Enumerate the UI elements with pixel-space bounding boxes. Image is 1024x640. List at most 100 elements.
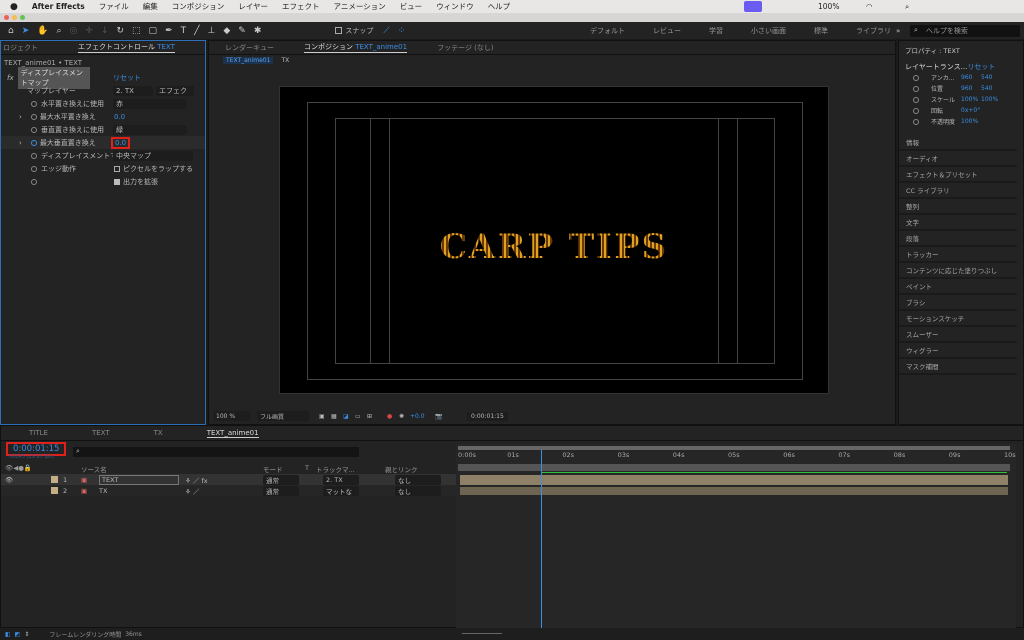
comp-viewer[interactable]: CARP TIPS [279, 86, 829, 394]
snapshot-icon[interactable]: 📷 [435, 413, 442, 420]
parent-dropdown[interactable]: なし [395, 474, 441, 485]
eraser-tool-icon[interactable]: ◆ [223, 26, 230, 36]
channel-icon[interactable]: ● [387, 413, 392, 420]
viewer-timecode[interactable]: 0:00:01:15 [467, 411, 508, 421]
horizontal-use-dropdown[interactable]: 赤 [113, 98, 187, 109]
workspace-default[interactable]: デフォルト [590, 26, 625, 36]
menu-window[interactable]: ウィンドウ [436, 1, 474, 12]
label-color[interactable] [51, 487, 58, 494]
mask-visibility-icon[interactable]: ◪ [343, 413, 349, 420]
switches[interactable]: ⚘ ／ fx [185, 475, 208, 485]
panel-item[interactable]: スムーザー [899, 327, 1017, 343]
panel-item[interactable]: モーションスケッチ [899, 311, 1017, 327]
panel-item[interactable]: エフェクト＆プリセット [899, 167, 1017, 183]
transform-section[interactable]: レイヤートランス... [905, 63, 967, 71]
transparency-grid-icon[interactable]: ▦ [331, 413, 337, 420]
layer-switches-icon[interactable]: ◧ [5, 631, 11, 638]
orbit-tool-icon[interactable]: ◎ [70, 26, 78, 36]
in-out-icon[interactable]: ⇕ [24, 631, 29, 638]
max-horizontal-value[interactable]: 0.0 [114, 113, 125, 121]
track-matte-dropdown[interactable]: 2. TX [323, 474, 359, 485]
mode-dropdown[interactable]: 通常 [263, 485, 299, 496]
value-1[interactable]: 960 [961, 85, 972, 92]
zoom-dropdown[interactable]: 100 % [213, 411, 251, 421]
panel-item[interactable]: ペイント [899, 279, 1017, 295]
playhead[interactable] [540, 450, 542, 628]
workspace-libraries[interactable]: ライブラリ [856, 26, 891, 36]
tab-footage[interactable]: フッテージ (なし) [437, 43, 494, 53]
layer-bar-text[interactable] [460, 475, 1008, 485]
panel-item[interactable]: 段落 [899, 231, 1017, 247]
stopwatch-icon[interactable] [31, 100, 37, 107]
hand-tool-icon[interactable]: ✋ [37, 26, 48, 36]
menu-help[interactable]: ヘルプ [488, 1, 511, 12]
tab-effect-controls[interactable]: エフェクトコントロール TEXT [78, 42, 175, 53]
pen-tool-icon[interactable]: ✒ [165, 26, 173, 36]
layer-row[interactable]: 👁 1 ▣ TEXT ⚘ ／ fx 通常 2. TX なし [1, 474, 456, 485]
panel-item[interactable]: 文字 [899, 215, 1017, 231]
value-2[interactable]: 100% [981, 96, 998, 103]
tab-project[interactable]: ロジェクト [3, 43, 38, 53]
zoom-tool-icon[interactable]: ⌕ [56, 26, 61, 36]
rotate-tool-icon[interactable]: ↻ [116, 26, 124, 36]
stopwatch-icon[interactable] [913, 74, 919, 81]
grid-icon[interactable]: ⊞ [367, 413, 372, 420]
source-name-header[interactable]: ソース名 [81, 464, 107, 474]
region-icon[interactable]: ▣ [319, 413, 325, 420]
panel-item[interactable]: マスク補間 [899, 359, 1017, 375]
max-vertical-value[interactable]: 0.0 [111, 136, 131, 149]
reset-button[interactable]: リセット [113, 73, 141, 83]
canvas-text[interactable]: CARP TIPS [280, 227, 828, 267]
panel-item[interactable]: ブラシ [899, 295, 1017, 311]
snap-grid-icon[interactable]: ⁘ [398, 26, 406, 36]
home-icon[interactable]: ⌂ [8, 26, 14, 36]
expand-output-checkbox[interactable] [114, 178, 120, 185]
exposure-value[interactable]: +0.0 [410, 413, 425, 420]
value-1[interactable]: 960 [961, 74, 972, 81]
panel-item[interactable]: 整列 [899, 199, 1017, 215]
vertical-use-dropdown[interactable]: 緑 [113, 124, 187, 135]
map-source-dropdown[interactable]: エフェク [156, 85, 194, 96]
menu-effect[interactable]: エフェクト [282, 1, 320, 12]
stopwatch-icon[interactable] [913, 118, 919, 125]
menu-file[interactable]: ファイル [99, 1, 129, 12]
panel-item[interactable]: CC ライブラリ [899, 183, 1017, 199]
mode-header[interactable]: モード [263, 464, 283, 474]
guides-icon[interactable]: ▭ [355, 413, 361, 420]
layer-name[interactable]: TX [99, 487, 107, 495]
transform-reset-button[interactable]: リセット [967, 63, 995, 71]
clone-stamp-tool-icon[interactable]: ⊥ [208, 26, 216, 36]
label-color[interactable] [51, 476, 58, 483]
menu-animation[interactable]: アニメーション [333, 1, 385, 12]
rectangle-tool-icon[interactable]: ▢ [149, 26, 158, 36]
comp-breadcrumb-tx[interactable]: TX [281, 57, 289, 64]
close-window-button[interactable] [4, 15, 9, 20]
tab-composition[interactable]: コンポジション TEXT_anime01 [304, 42, 408, 53]
value-1[interactable]: 100% [961, 118, 978, 125]
workspace-learn[interactable]: 学習 [709, 26, 723, 36]
expand-icon[interactable]: › [19, 139, 22, 147]
track-matte-dropdown[interactable]: マットな [323, 485, 359, 496]
more-workspaces-icon[interactable]: » [896, 27, 900, 35]
minimize-window-button[interactable] [12, 15, 17, 20]
switches[interactable]: ⚘ ／ [185, 486, 199, 496]
stopwatch-icon[interactable] [31, 178, 37, 185]
map-behavior-dropdown[interactable]: 中央マップ [113, 150, 193, 161]
expand-icon[interactable]: › [19, 113, 22, 121]
layer-name[interactable]: TEXT [99, 474, 179, 485]
tab-text-anime01[interactable]: TEXT_anime01 [206, 429, 259, 438]
stopwatch-icon[interactable] [31, 113, 37, 120]
exposure-reset-icon[interactable]: ✺ [399, 413, 404, 420]
layer-row[interactable]: 2 ▣ TX ⚘ ／通常 マットな なし [1, 485, 456, 496]
transfer-controls-icon[interactable]: ◩ [15, 631, 21, 638]
tab-title[interactable]: TITLE [29, 429, 48, 437]
stopwatch-icon[interactable] [31, 165, 37, 172]
app-name[interactable]: After Effects [32, 2, 85, 11]
stopwatch-icon[interactable] [913, 107, 919, 114]
value-1[interactable]: 100% [961, 96, 978, 103]
brush-tool-icon[interactable]: ╱ [194, 26, 199, 36]
panel-item[interactable]: オーディオ [899, 151, 1017, 167]
search-icon[interactable]: ⌕ [905, 2, 909, 12]
dolly-tool-icon[interactable]: ↓ [101, 26, 109, 36]
tab-render-queue[interactable]: レンダーキュー [225, 43, 274, 53]
